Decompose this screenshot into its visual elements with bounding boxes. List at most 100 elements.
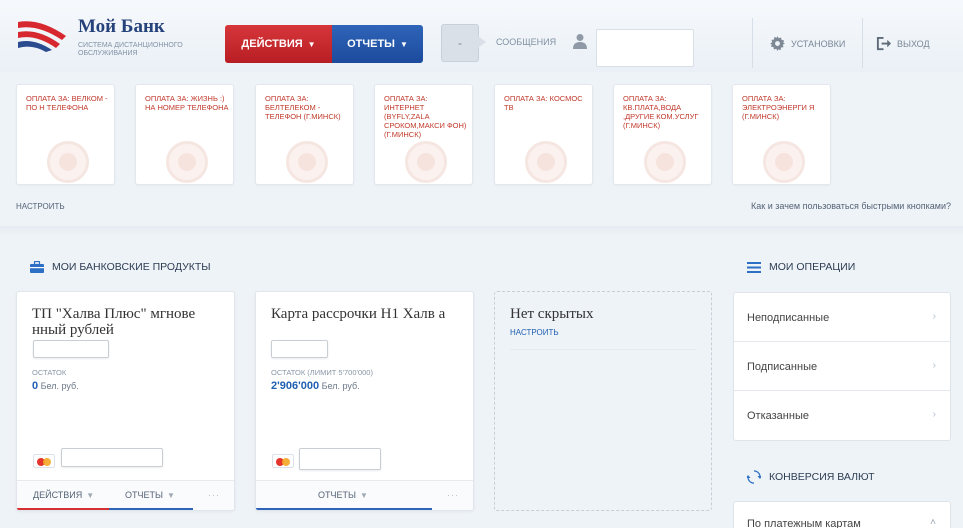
- quick-tile-label: ОПЛАТА ЗА: ИНТЕРНЕТ (BYFLY,ZALA СРОКОМ,М…: [384, 94, 467, 139]
- quick-tile-label: ОПЛАТА ЗА: БЕЛТЕЛЕКОМ - ТЕЛЕФОН (Г.МИНСК…: [265, 94, 341, 121]
- operations-item-label: Подписанные: [747, 361, 818, 373]
- mastercard-icon: [272, 454, 294, 468]
- messages-badge-pointer: [478, 36, 486, 48]
- settings-label: УСТАНОВКИ: [791, 38, 846, 49]
- actions-menu-label: ДЕЙСТВИЯ: [241, 38, 303, 50]
- operations-item-label: Неподписанные: [747, 312, 830, 324]
- operations-title: МОИ ОПЕРАЦИИ: [769, 261, 856, 273]
- operations-section-title: МОИ ОПЕРАЦИИ: [747, 261, 855, 273]
- more-options-icon[interactable]: ···: [208, 481, 220, 510]
- briefcase-icon: [30, 261, 44, 273]
- messages-link[interactable]: СООБЩЕНИЯ: [496, 37, 556, 47]
- balance-value: 2'906'000 Бел. руб.: [271, 380, 360, 392]
- header-divider: [862, 18, 863, 68]
- user-icon: [573, 34, 587, 49]
- logout-button[interactable]: ВЫХОД: [876, 36, 930, 51]
- payment-icon: [763, 141, 805, 183]
- section-divider: [0, 226, 963, 236]
- hidden-products-card: Нет скрытых НАСТРОИТЬ: [494, 291, 712, 511]
- quick-tile-label: ОПЛАТА ЗА: ЭЛЕКТРОЭНЕРГИ Я (Г.МИНСК): [742, 94, 815, 121]
- menu-lines-icon: [747, 261, 761, 273]
- balance-label: ОСТАТОК (ЛИМИТ 5'700'000): [271, 368, 373, 377]
- header-divider: [752, 18, 753, 68]
- messages-count-badge[interactable]: -: [441, 24, 479, 62]
- balance-label: ОСТАТОК: [32, 368, 67, 377]
- operations-item-label: Отказанные: [747, 410, 809, 422]
- quick-tile-label: ОПЛАТА ЗА: КОСМОС ТВ: [504, 94, 583, 112]
- product-actions-menu[interactable]: ДЕЙСТВИЯ ▼: [33, 481, 94, 510]
- divider: [510, 349, 696, 350]
- actions-menu-button[interactable]: ДЕЙСТВИЯ ▼: [225, 25, 332, 63]
- balance-currency: Бел. руб.: [321, 381, 360, 391]
- quick-tile-velcom[interactable]: ОПЛАТА ЗА: ВЕЛКОМ - ПО Н ТЕЛЕФОНА: [16, 84, 115, 185]
- logo-subtitle: Система дистанционного обслуживания: [78, 42, 183, 57]
- product-card-installment[interactable]: Карта рассрочки Н1 Халв а ОСТАТОК (ЛИМИТ…: [255, 291, 474, 511]
- payment-icon: [644, 141, 686, 183]
- quick-tile-internet[interactable]: ОПЛАТА ЗА: ИНТЕРНЕТ (BYFLY,ZALA СРОКОМ,М…: [374, 84, 473, 185]
- quick-tile-label: ОПЛАТА ЗА: ЖИЗНЬ :) НА НОМЕР ТЕЛЕФОНА: [145, 94, 229, 112]
- quick-buttons-help-link[interactable]: Как и зачем пользоваться быстрыми кнопка…: [751, 201, 951, 211]
- product-reports-label: ОТЧЕТЫ: [318, 490, 356, 500]
- quick-tile-kosmos-tv[interactable]: ОПЛАТА ЗА: КОСМОС ТВ: [494, 84, 593, 185]
- operations-item-rejected[interactable]: Отказанные ›: [734, 391, 950, 440]
- reports-menu-label: ОТЧЕТЫ: [347, 38, 395, 50]
- conversion-section-title: КОНВЕРСИЯ ВАЛЮТ: [747, 470, 874, 484]
- user-name-field[interactable]: [596, 29, 694, 67]
- quick-tile-life[interactable]: ОПЛАТА ЗА: ЖИЗНЬ :) НА НОМЕР ТЕЛЕФОНА: [135, 84, 234, 185]
- chevron-down-icon: ▼: [359, 491, 368, 500]
- payment-icon: [286, 141, 328, 183]
- refresh-icon: [747, 470, 761, 484]
- payment-icon: [47, 141, 89, 183]
- operations-item-unsigned[interactable]: Неподписанные ›: [734, 293, 950, 342]
- product-action-bar: ОТЧЕТЫ ▼ ···: [256, 480, 473, 510]
- quick-payment-tiles: ОПЛАТА ЗА: ВЕЛКОМ - ПО Н ТЕЛЕФОНА ОПЛАТА…: [16, 84, 916, 186]
- product-action-bar: ДЕЙСТВИЯ ▼ ОТЧЕТЫ ▼ ···: [17, 480, 234, 510]
- product-reports-label: ОТЧЕТЫ: [125, 490, 163, 500]
- more-options-icon[interactable]: ···: [447, 481, 459, 510]
- bank-logo[interactable]: Мой Банк Система дистанционного обслужив…: [16, 12, 206, 62]
- configure-tiles-link[interactable]: НАСТРОИТЬ: [16, 202, 65, 211]
- account-number-field: [271, 340, 328, 358]
- product-title: ТП "Халва Плюс" мгнове нный рублей: [32, 306, 196, 338]
- payment-icon: [166, 141, 208, 183]
- conversion-item-label: По платежным картам: [747, 518, 861, 528]
- conversion-item-cards[interactable]: По платежным картам ˄: [733, 501, 951, 528]
- chevron-down-icon: ▼: [166, 491, 175, 500]
- quick-tile-beltelecom[interactable]: ОПЛАТА ЗА: БЕЛТЕЛЕКОМ - ТЕЛЕФОН (Г.МИНСК…: [255, 84, 354, 185]
- logout-icon: [876, 36, 891, 51]
- operations-item-signed[interactable]: Подписанные ›: [734, 342, 950, 391]
- balance-amount: 0: [32, 380, 39, 392]
- reports-underline: [256, 508, 432, 510]
- chevron-down-icon: ▼: [86, 491, 95, 500]
- hidden-products-title: Нет скрытых: [510, 306, 594, 322]
- payment-icon: [405, 141, 447, 183]
- account-number-field: [33, 340, 109, 358]
- product-reports-menu[interactable]: ОТЧЕТЫ ▼: [318, 481, 368, 510]
- products-section-title: МОИ БАНКОВСКИЕ ПРОДУКТЫ: [30, 261, 211, 273]
- reports-menu-button[interactable]: ОТЧЕТЫ ▼: [332, 25, 423, 63]
- quick-tile-electricity[interactable]: ОПЛАТА ЗА: ЭЛЕКТРОЭНЕРГИ Я (Г.МИНСК): [732, 84, 831, 185]
- configure-hidden-link[interactable]: НАСТРОИТЬ: [510, 328, 559, 337]
- balance-currency: Бел. руб.: [40, 381, 79, 391]
- logo-title: Мой Банк: [78, 16, 165, 37]
- conversion-title: КОНВЕРСИЯ ВАЛЮТ: [769, 471, 875, 483]
- quick-tile-label: ОПЛАТА ЗА: ВЕЛКОМ - ПО Н ТЕЛЕФОНА: [26, 94, 108, 112]
- product-reports-menu[interactable]: ОТЧЕТЫ ▼: [125, 481, 175, 510]
- balance-amount: 2'906'000: [271, 380, 320, 392]
- chevron-right-icon: ›: [932, 409, 936, 420]
- header-bar: Мой Банк Система дистанционного обслужив…: [0, 0, 963, 72]
- product-card-halva-plus[interactable]: ТП "Халва Плюс" мгнове нный рублей ОСТАТ…: [16, 291, 235, 511]
- quick-tile-utilities[interactable]: ОПЛАТА ЗА: КВ.ПЛАТА,ВОДА ,ДРУГИЕ КОМ.УСЛ…: [613, 84, 712, 185]
- payment-icon: [525, 141, 567, 183]
- card-number-field: [61, 448, 163, 467]
- operations-list: Неподписанные › Подписанные › Отказанные…: [733, 292, 951, 441]
- mastercard-icon: [33, 454, 55, 468]
- chevron-right-icon: ›: [932, 360, 936, 371]
- balance-value: 0 Бел. руб.: [32, 380, 79, 392]
- settings-button[interactable]: УСТАНОВКИ: [770, 36, 845, 51]
- logout-label: ВЫХОД: [897, 38, 930, 49]
- chevron-down-icon: ▼: [399, 40, 408, 49]
- actions-underline: [17, 508, 109, 510]
- product-title: Карта рассрочки Н1 Халв а: [271, 306, 446, 322]
- products-title: МОИ БАНКОВСКИЕ ПРОДУКТЫ: [52, 261, 211, 273]
